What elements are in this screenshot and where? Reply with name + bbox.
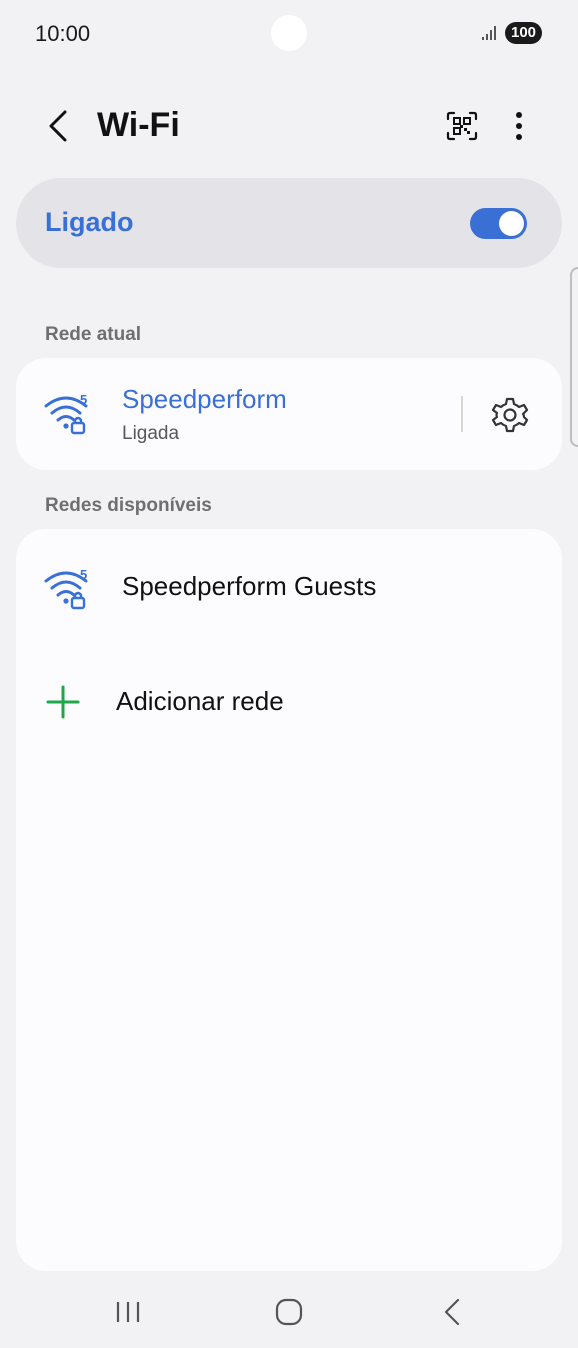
back-icon — [49, 110, 67, 142]
divider — [461, 396, 463, 432]
switch-knob — [499, 211, 524, 236]
plus-icon — [46, 685, 80, 719]
back-nav-button[interactable] — [430, 1294, 474, 1330]
home-button[interactable] — [267, 1294, 311, 1330]
more-options-button[interactable] — [500, 106, 538, 146]
wifi-band-label: 5 — [80, 567, 87, 582]
battery-icon: 100 — [505, 22, 542, 44]
signal-icon — [482, 26, 496, 40]
recents-button[interactable] — [106, 1294, 150, 1330]
network-name: Speedperform Guests — [122, 571, 377, 601]
wifi-switch[interactable] — [470, 208, 527, 239]
status-bar: 10:00 100 — [0, 0, 578, 66]
recents-icon — [116, 1302, 140, 1322]
current-network-status: Ligada — [122, 423, 180, 444]
current-network-card[interactable]: 5 Speedperform Ligada — [16, 358, 562, 470]
scroll-indicator[interactable] — [570, 267, 578, 447]
app-bar: Wi-Fi — [0, 96, 578, 156]
available-networks-card: 5 Speedperform Guests Adicionar rede — [16, 529, 562, 1271]
network-settings-button[interactable] — [489, 394, 531, 436]
wifi-band-label: 5 — [80, 392, 87, 407]
settings-gear-icon — [491, 397, 529, 433]
wifi-master-toggle[interactable]: Ligado — [16, 178, 562, 268]
page-title: Wi-Fi — [97, 106, 180, 144]
system-nav-bar — [0, 1280, 578, 1348]
wifi-master-label: Ligado — [45, 207, 134, 237]
more-options-icon — [516, 112, 522, 140]
section-label-available: Redes disponíveis — [45, 495, 212, 516]
wifi-5ghz-lock-icon: 5 — [44, 392, 88, 435]
add-network-label: Adicionar rede — [116, 686, 284, 716]
camera-cutout — [271, 15, 307, 51]
network-row[interactable]: 5 Speedperform Guests — [16, 543, 562, 643]
home-icon — [275, 1298, 303, 1326]
wifi-5ghz-lock-icon: 5 — [44, 567, 88, 610]
section-label-current: Rede atual — [45, 324, 142, 345]
back-nav-icon — [444, 1298, 460, 1326]
qr-code-icon — [446, 111, 478, 141]
qr-code-button[interactable] — [440, 108, 484, 144]
current-network-name: Speedperform — [122, 384, 287, 414]
status-time: 10:00 — [35, 21, 91, 46]
battery-level: 100 — [510, 24, 537, 41]
back-button[interactable] — [40, 106, 76, 146]
add-network-button[interactable]: Adicionar rede — [16, 649, 562, 749]
